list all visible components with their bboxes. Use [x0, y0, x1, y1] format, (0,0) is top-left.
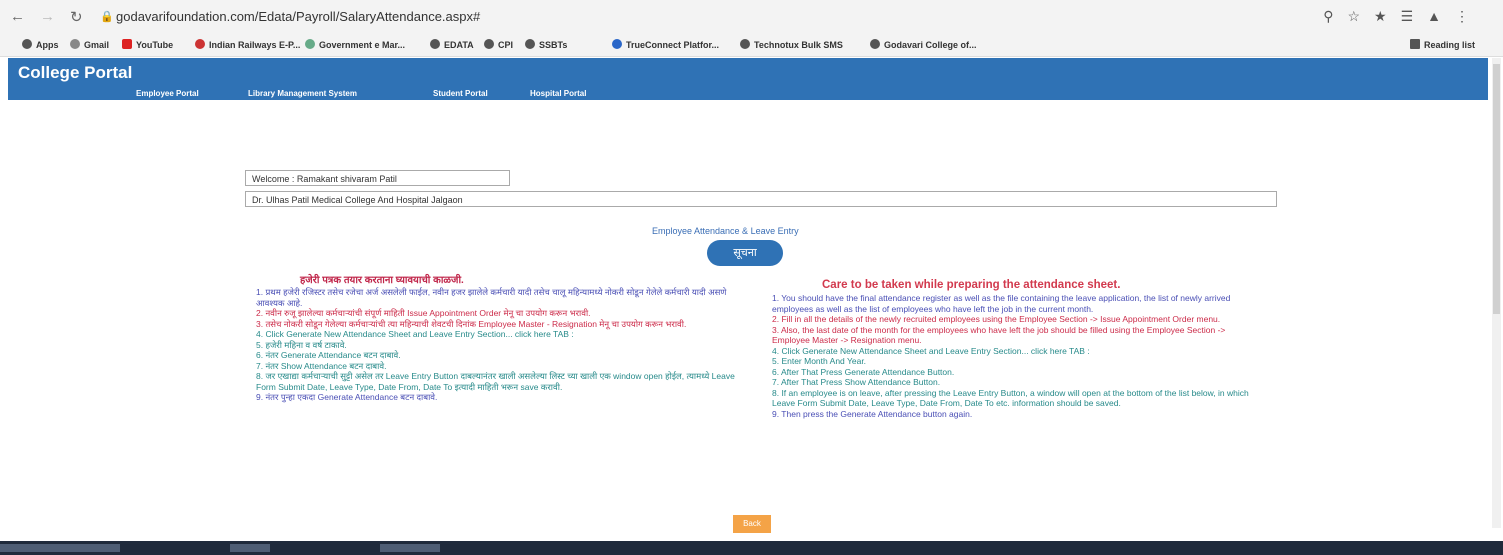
instruction-line: 2. नवीन रुजू झालेल्या कर्मचाऱ्यांची संपू… [256, 308, 591, 318]
browser-toolbar-icons[interactable]: ⚲☆★☰▲⋮ [1323, 8, 1483, 25]
forward-arrow-icon[interactable]: → [40, 8, 55, 25]
instruction-line: 5. Enter Month And Year. [772, 356, 867, 366]
instruction-line: 5. हजेरी महिना व वर्ष टाकावे. [256, 339, 347, 350]
globe-icon [484, 39, 494, 49]
bookmark-cpi[interactable]: CPI [484, 39, 513, 50]
bookmark-ssbts[interactable]: SSBTs [525, 39, 567, 50]
instruction-line: 1. प्रथम हजेरी रजिस्टर तसेच रजेचा अर्ज अ… [256, 287, 727, 308]
url-text[interactable]: godavarifoundation.com/Edata/Payroll/Sal… [116, 9, 480, 24]
menu-student-portal[interactable]: Student Portal [433, 89, 488, 98]
welcome-field: Welcome : Ramakant shivaram Patil [245, 170, 510, 186]
notice-button[interactable]: सूचना [707, 240, 783, 266]
taskbar-start[interactable] [0, 544, 120, 552]
taskbar [0, 541, 1503, 555]
portal-title: College Portal [18, 63, 133, 82]
menu-employee-portal[interactable]: Employee Portal [136, 89, 199, 98]
bookmark-godavari[interactable]: Godavari College of... [870, 39, 977, 50]
railways-icon [195, 39, 205, 49]
instruction-line: 6. नंतर Generate Attendance बटन दाबावे. [256, 350, 401, 360]
bookmarks-bar: Apps Gmail YouTube Indian Railways E-P..… [0, 34, 1503, 57]
instruction-line: 4. Click Generate New Attendance Sheet a… [256, 329, 574, 339]
bookmark-technotux[interactable]: Technotux Bulk SMS [740, 39, 843, 50]
globe-icon [740, 39, 750, 49]
marathi-heading: हजेरी पत्रक तयार करताना घ्यावयाची काळजी. [300, 275, 464, 286]
menu-hospital-portal[interactable]: Hospital Portal [530, 89, 586, 98]
browser-address-bar: ← → ↻ 🔒 godavarifoundation.com/Edata/Pay… [0, 0, 1503, 34]
menu-library-management[interactable]: Library Management System [248, 89, 357, 98]
bookmark-gmail[interactable]: Gmail [70, 39, 109, 50]
globe-icon [870, 39, 880, 49]
reading-list-icon [1410, 39, 1420, 49]
bookmark-trueconnect[interactable]: TrueConnect Platfor... [612, 39, 719, 50]
bookmark-edata[interactable]: EDATA [430, 39, 474, 50]
portal-header: College Portal Employee Portal Library M… [8, 58, 1488, 100]
back-arrow-icon[interactable]: ← [10, 8, 25, 25]
english-heading: Care to be taken while preparing the att… [822, 279, 1121, 291]
instruction-line: 3. Also, the last date of the month for … [772, 324, 1226, 346]
marathi-instructions: 1. प्रथम हजेरी रजिस्टर तसेच रजेचा अर्ज अ… [256, 287, 750, 403]
instruction-line: 2. Fill in all the details of the newly … [772, 314, 1221, 324]
bookmark-gem[interactable]: Government e Mar... [305, 39, 405, 50]
instruction-line: 3. तसेच नोकरी सोडून गेलेल्या कर्मचाऱ्यां… [256, 318, 687, 329]
bookmark-youtube[interactable]: YouTube [122, 39, 173, 50]
english-instructions: 1. You should have the final attendance … [772, 293, 1260, 419]
taskbar-app[interactable] [380, 544, 440, 552]
attendance-leave-link[interactable]: Employee Attendance & Leave Entry [652, 226, 799, 236]
gem-icon [305, 39, 315, 49]
trueconnect-icon [612, 39, 622, 49]
instruction-line: 1. You should have the final attendance … [772, 293, 1231, 314]
instruction-line: 6. After That Press Generate Attendance … [772, 366, 955, 377]
instruction-line: 7. After That Press Show Attendance Butt… [772, 377, 941, 387]
college-field: Dr. Ulhas Patil Medical College And Hosp… [245, 191, 1277, 207]
back-button[interactable]: Back [733, 515, 771, 533]
instruction-line: 8. जर एखाद्या कर्मचाऱ्याची सुट्टी असेल त… [256, 371, 735, 392]
instruction-line: 9. नंतर पुन्हा एकदा Generate Attendance … [256, 392, 438, 402]
google-icon [70, 39, 80, 49]
apps-icon [22, 39, 32, 49]
instruction-line: 9. Then press the Generate Attendance bu… [772, 408, 973, 419]
bookmark-apps[interactable]: Apps [22, 39, 59, 50]
scrollbar-thumb[interactable] [1493, 64, 1500, 314]
taskbar-app[interactable] [230, 544, 270, 552]
globe-icon [430, 39, 440, 49]
vertical-scrollbar[interactable] [1492, 58, 1501, 528]
instruction-line: 8. If an employee is on leave, after pre… [772, 387, 1249, 409]
globe-icon [525, 39, 535, 49]
bookmark-indian-railways[interactable]: Indian Railways E-P... [195, 39, 300, 50]
reload-icon[interactable]: ↻ [70, 8, 83, 26]
lock-icon: 🔒 [100, 11, 114, 23]
instruction-line: 7. नंतर Show Attendance बटन दाबावे. [256, 360, 387, 371]
youtube-icon [122, 39, 132, 49]
instruction-line: 4. Click Generate New Attendance Sheet a… [772, 345, 1090, 356]
bookmark-reading-list[interactable]: Reading list [1410, 39, 1475, 50]
